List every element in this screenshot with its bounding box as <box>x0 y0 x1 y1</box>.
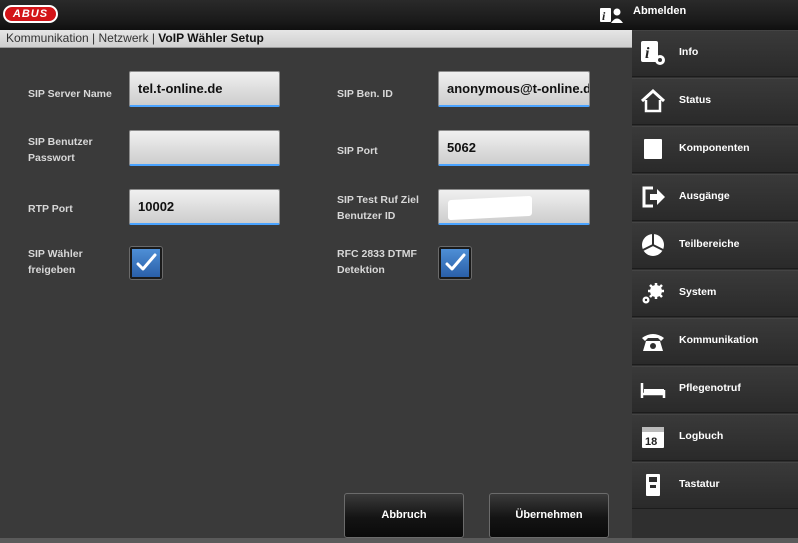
sidebar-item-teilbereiche[interactable]: Teilbereiche <box>632 222 798 269</box>
sip-password-input[interactable] <box>129 130 280 166</box>
page-title: VoIP Wähler Setup <box>158 31 264 45</box>
checkmark-icon <box>445 253 466 271</box>
sip-dialer-enable-checkbox[interactable] <box>130 247 162 279</box>
main-panel: SIP Server Name tel.t-online.de SIP Ben.… <box>0 48 632 538</box>
keypad-icon <box>646 474 660 496</box>
gears-icon <box>642 283 664 304</box>
sip-ben-id-input[interactable]: anonymous@t-online.de <box>438 71 590 107</box>
sidebar-item-komponenten[interactable]: Komponenten <box>632 126 798 173</box>
bottom-bar <box>0 538 798 543</box>
svg-text:18: 18 <box>645 436 657 448</box>
sidebar-item-label: Status <box>679 94 712 106</box>
sidebar-item-label: Tastatur <box>679 478 720 490</box>
rfc2833-label: RFC 2833 DTMF Detektion <box>337 248 417 276</box>
sidebar: i Info Status Komponenten Ausgänge Teilb… <box>632 30 798 538</box>
sidebar-item-info[interactable]: i Info <box>632 30 798 77</box>
rtp-port-input[interactable]: 10002 <box>129 189 280 225</box>
sidebar-item-pflegenotruf[interactable]: Pflegenotruf <box>632 366 798 413</box>
apply-button[interactable]: Übernehmen <box>489 493 609 538</box>
logout-button[interactable]: Abmelden <box>633 5 686 17</box>
sidebar-item-label: Info <box>679 46 699 58</box>
breadcrumb: Kommunikation | Netzwerk | VoIP Wähler S… <box>0 30 632 48</box>
sidebar-item-tastatur[interactable]: Tastatur <box>632 462 798 509</box>
svg-text:i: i <box>645 45 650 62</box>
square-icon <box>644 139 662 159</box>
sidebar-item-system[interactable]: System <box>632 270 798 317</box>
sidebar-item-kommunikation[interactable]: Kommunikation <box>632 318 798 365</box>
sidebar-item-label: Komponenten <box>679 142 750 154</box>
abus-logo: ABUS <box>3 5 58 23</box>
user-info-icon[interactable]: i <box>600 6 624 24</box>
cancel-button[interactable]: Abbruch <box>344 493 464 538</box>
sip-port-label: SIP Port <box>337 145 378 157</box>
pie-icon <box>642 234 664 256</box>
sidebar-item-label: Logbuch <box>679 430 724 442</box>
top-bar: ABUS i Abmelden <box>0 0 798 30</box>
sip-port-input[interactable]: 5062 <box>438 130 590 166</box>
sip-ben-id-label: SIP Ben. ID <box>337 88 393 100</box>
exit-icon <box>642 186 665 208</box>
sidebar-item-ausgaenge[interactable]: Ausgänge <box>632 174 798 221</box>
sip-dialer-enable-label: SIP Wähler freigeben <box>28 248 83 276</box>
sidebar-item-label: Ausgänge <box>679 190 730 202</box>
sidebar-item-logbuch[interactable]: 18 Logbuch <box>632 414 798 461</box>
sidebar-item-label: Kommunikation <box>679 334 759 346</box>
sip-test-call-label: SIP Test Ruf Ziel Benutzer ID <box>337 194 419 222</box>
rfc2833-checkbox[interactable] <box>439 247 471 279</box>
sip-server-name-label: SIP Server Name <box>28 88 112 100</box>
breadcrumb-path: Kommunikation | Netzwerk | <box>6 31 159 45</box>
phone-icon <box>642 334 664 351</box>
checkmark-icon <box>136 253 157 271</box>
sidebar-item-label: System <box>679 286 717 298</box>
redacted-value <box>448 195 532 221</box>
home-icon <box>640 88 666 113</box>
calendar-icon: 18 <box>642 427 664 448</box>
sip-server-name-input[interactable]: tel.t-online.de <box>129 71 280 107</box>
info-icon: i <box>641 41 665 65</box>
sip-test-call-input[interactable] <box>438 189 590 225</box>
sidebar-item-status[interactable]: Status <box>632 78 798 125</box>
sidebar-item-label: Pflegenotruf <box>679 382 741 394</box>
sidebar-item-label: Teilbereiche <box>679 238 740 250</box>
rtp-port-label: RTP Port <box>28 203 73 215</box>
sip-password-label: SIP Benutzer Passwort <box>28 136 93 164</box>
bed-icon <box>640 383 666 398</box>
